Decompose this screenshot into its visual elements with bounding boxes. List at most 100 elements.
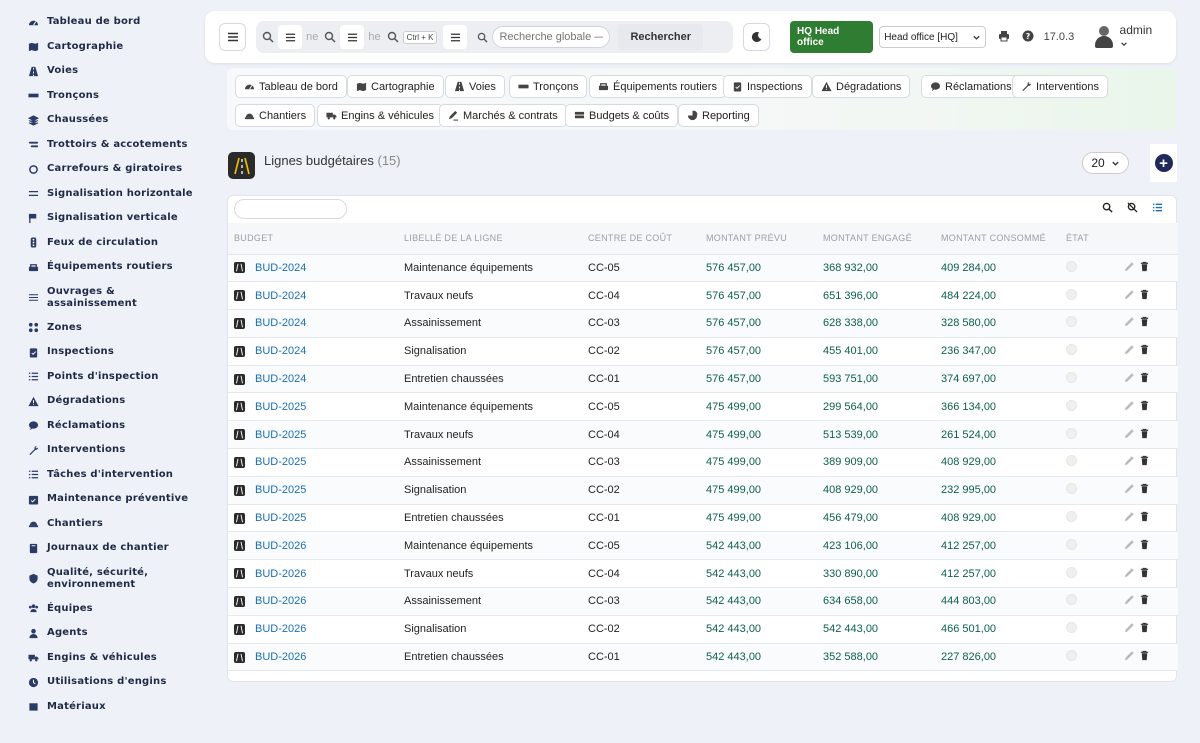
budget-link[interactable]: BUD-2024 <box>255 318 306 330</box>
nav-chip[interactable]: Cartographie <box>347 75 444 98</box>
pencil-icon[interactable] <box>1124 400 1135 414</box>
budget-link[interactable]: BUD-2024 <box>255 345 306 357</box>
nav-chip[interactable]: Marchés & contrats <box>439 104 567 127</box>
pencil-icon[interactable] <box>1124 455 1135 469</box>
budget-link[interactable]: BUD-2026 <box>255 651 306 663</box>
trash-icon[interactable] <box>1139 261 1150 275</box>
pencil-icon[interactable] <box>1124 539 1135 553</box>
table-row[interactable]: BUD-2026 Travaux neufs CC-04 542 443,00 330 … <box>228 559 1178 589</box>
sidebar-item[interactable]: Équipes <box>0 597 200 622</box>
nav-chip[interactable]: Tronçons <box>509 75 588 98</box>
add-button[interactable]: + <box>1150 144 1177 182</box>
pencil-icon[interactable] <box>1124 511 1135 525</box>
nav-chip[interactable]: Voies <box>445 75 505 98</box>
trash-icon[interactable] <box>1139 289 1150 303</box>
trash-icon[interactable] <box>1139 511 1150 525</box>
pencil-icon[interactable] <box>1124 372 1135 386</box>
column-header[interactable]: MONTANT ENGAGÉ <box>817 223 935 255</box>
budget-link[interactable]: BUD-2025 <box>255 429 306 441</box>
sidebar-item[interactable]: Tableau de bord <box>0 10 200 35</box>
sidebar-item[interactable]: Zones <box>0 316 200 341</box>
trash-icon[interactable] <box>1139 539 1150 553</box>
sidebar-item[interactable]: Réclamations <box>0 414 200 439</box>
trash-icon[interactable] <box>1139 455 1150 469</box>
budget-link[interactable]: BUD-2026 <box>255 568 306 580</box>
trash-icon[interactable] <box>1139 594 1150 608</box>
pencil-icon[interactable] <box>1124 483 1135 497</box>
sidebar-item[interactable]: Qualité, sécurité, environnement <box>0 561 200 597</box>
table-row[interactable]: BUD-2025 Signalisation CC-02 475 499,00 408 … <box>228 476 1178 505</box>
office-select[interactable]: Head office [HQ] <box>879 26 986 48</box>
sidebar-item[interactable]: Carrefours & giratoires <box>0 157 200 182</box>
table-row[interactable]: BUD-2024 Signalisation CC-02 576 457,00 455 … <box>228 337 1178 366</box>
budget-link[interactable]: BUD-2025 <box>255 512 306 524</box>
sidebar-item[interactable]: Interventions <box>0 438 200 463</box>
table-row[interactable]: BUD-2025 Travaux neufs CC-04 475 499,00 513 … <box>228 420 1178 450</box>
search-icon[interactable] <box>1102 202 1114 214</box>
pencil-icon[interactable] <box>1124 261 1135 275</box>
sidebar-item[interactable]: Utilisations d'engins <box>0 670 200 695</box>
table-row[interactable]: BUD-2024 Maintenance équipements CC-05 576 … <box>228 254 1178 283</box>
budget-link[interactable]: BUD-2024 <box>255 373 306 385</box>
search-menu-button[interactable] <box>340 25 365 49</box>
user-menu[interactable]: admin <box>1120 23 1162 51</box>
sidebar-item[interactable]: Chaussées <box>0 108 200 133</box>
sidebar-item[interactable]: Journaux de chantier <box>0 536 200 561</box>
sidebar-item[interactable]: Tronçons <box>0 84 200 109</box>
trash-icon[interactable] <box>1139 372 1150 386</box>
nav-chip[interactable]: Engins & véhicules <box>317 104 443 127</box>
pencil-icon[interactable] <box>1124 650 1135 664</box>
pencil-icon[interactable] <box>1124 289 1135 303</box>
sidebar-item[interactable]: Ouvrages & assainissement <box>0 280 200 316</box>
budget-link[interactable]: BUD-2026 <box>255 596 306 608</box>
column-header[interactable]: CENTRE DE COÛT <box>582 223 700 255</box>
budget-link[interactable]: BUD-2024 <box>255 290 306 302</box>
column-header[interactable]: BUDGET <box>228 223 398 255</box>
pencil-icon[interactable] <box>1124 428 1135 442</box>
trash-icon[interactable] <box>1139 400 1150 414</box>
pencil-icon[interactable] <box>1124 316 1135 330</box>
sidebar-item[interactable]: Matériaux <box>0 695 200 720</box>
help-icon[interactable]: ? <box>1022 30 1034 45</box>
page-size-select[interactable]: 20 <box>1082 152 1129 174</box>
sidebar-item[interactable]: Chantiers <box>0 512 200 537</box>
table-filter-input[interactable] <box>234 199 347 219</box>
pencil-icon[interactable] <box>1124 567 1135 581</box>
trash-icon[interactable] <box>1139 622 1150 636</box>
column-header[interactable]: MONTANT PRÉVU <box>700 223 817 255</box>
nav-chip[interactable]: Équipements routiers <box>589 75 726 98</box>
table-row[interactable]: BUD-2024 Travaux neufs CC-04 576 457,00 651 … <box>228 281 1178 311</box>
column-header[interactable]: LIBELLÉ DE LA LIGNE <box>398 223 582 255</box>
sidebar-item[interactable]: Équipements routiers <box>0 255 200 280</box>
trash-icon[interactable] <box>1139 650 1150 664</box>
sidebar-item[interactable]: Feux de circulation <box>0 231 200 256</box>
budget-link[interactable]: BUD-2025 <box>255 401 306 413</box>
clear-filter-icon[interactable] <box>1127 202 1139 214</box>
budget-link[interactable]: BUD-2026 <box>255 623 306 635</box>
nav-chip[interactable]: Réclamations <box>921 75 1021 98</box>
avatar[interactable] <box>1094 26 1114 48</box>
sidebar-item[interactable]: Signalisation verticale <box>0 206 200 231</box>
sidebar-item[interactable]: Maintenance préventive <box>0 487 200 512</box>
trash-icon[interactable] <box>1139 344 1150 358</box>
table-row[interactable]: BUD-2026 Entretien chaussées CC-01 542 443,… <box>228 643 1178 672</box>
list-view-icon[interactable] <box>1152 202 1164 214</box>
sidebar-item[interactable]: Dégradations <box>0 389 200 414</box>
pencil-icon[interactable] <box>1124 344 1135 358</box>
table-row[interactable]: BUD-2025 Maintenance équipements CC-05 475 … <box>228 392 1178 422</box>
sidebar-item[interactable]: Signalisation horizontale <box>0 182 200 207</box>
trash-icon[interactable] <box>1139 316 1150 330</box>
table-row[interactable]: BUD-2024 Entretien chaussées CC-01 576 457,… <box>228 365 1178 394</box>
sidebar-item[interactable]: Trottoirs & accotements <box>0 133 200 158</box>
pencil-icon[interactable] <box>1124 594 1135 608</box>
budget-link[interactable]: BUD-2026 <box>255 540 306 552</box>
nav-chip[interactable]: Dégradations <box>812 75 911 98</box>
trash-icon[interactable] <box>1139 483 1150 497</box>
theme-toggle-button[interactable] <box>742 23 771 51</box>
budget-link[interactable]: BUD-2024 <box>255 262 306 274</box>
sidebar-item[interactable]: Points d'inspection <box>0 365 200 390</box>
trash-icon[interactable] <box>1139 428 1150 442</box>
nav-chip[interactable]: Chantiers <box>235 104 316 127</box>
column-header[interactable]: ÉTAT <box>1060 223 1118 255</box>
global-search-input[interactable] <box>492 26 611 48</box>
